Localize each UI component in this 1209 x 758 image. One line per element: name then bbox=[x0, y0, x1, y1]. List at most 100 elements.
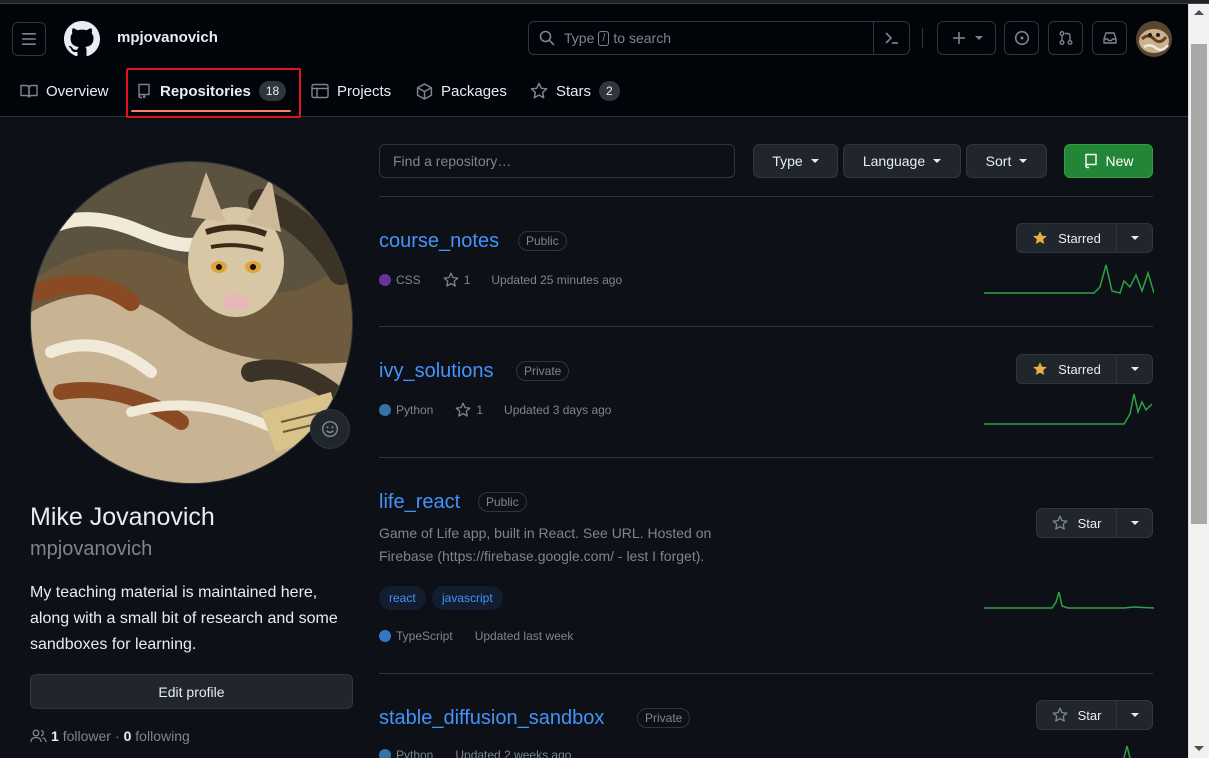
visibility-badge: Public bbox=[518, 231, 567, 251]
topic-tag[interactable]: react bbox=[379, 586, 426, 610]
find-repository-input[interactable]: Find a repository… bbox=[379, 144, 735, 178]
star-button-label: Starred bbox=[1058, 230, 1101, 246]
scrollbar-thumb[interactable] bbox=[1191, 44, 1207, 524]
language-color-dot bbox=[379, 274, 391, 286]
repo-description-line: Firebase (https://firebase.google.com/ -… bbox=[379, 548, 705, 564]
followers-count: 1 bbox=[51, 728, 59, 744]
tab-stars[interactable]: Stars 2 bbox=[530, 70, 620, 112]
tab-packages-label: Packages bbox=[441, 82, 507, 100]
unstar-button[interactable]: Starred bbox=[1017, 355, 1117, 383]
scroll-up-arrow-icon[interactable] bbox=[1194, 10, 1204, 15]
following-link[interactable]: 0 following bbox=[124, 728, 190, 744]
updated-time: Updated 2 weeks ago bbox=[455, 748, 572, 758]
topic-tag[interactable]: javascript bbox=[432, 586, 503, 610]
star-button-label: Star bbox=[1077, 515, 1102, 531]
repo-meta: CSS 1 Updated 25 minutes ago bbox=[379, 272, 622, 288]
list-divider bbox=[379, 673, 1153, 674]
repo-language: CSS bbox=[396, 273, 421, 287]
star-button-group: Star bbox=[1036, 700, 1153, 730]
unstar-button[interactable]: Starred bbox=[1017, 224, 1117, 252]
sort-label: Sort bbox=[985, 153, 1012, 169]
star-icon bbox=[455, 402, 471, 417]
repo-language: TypeScript bbox=[396, 629, 453, 643]
profile-login: mpjovanovich bbox=[30, 538, 153, 560]
visibility-badge: Public bbox=[478, 492, 527, 512]
book-icon bbox=[20, 84, 38, 98]
edit-profile-button[interactable]: Edit profile bbox=[30, 674, 353, 709]
updated-time: Updated 25 minutes ago bbox=[491, 273, 623, 287]
create-new-button[interactable] bbox=[937, 21, 996, 55]
repo-meta: TypeScript Updated last week bbox=[379, 629, 573, 643]
github-logo-icon[interactable] bbox=[64, 21, 100, 57]
visibility-badge: Private bbox=[637, 708, 691, 728]
user-avatar-button[interactable] bbox=[1136, 21, 1172, 57]
tab-overview[interactable]: Overview bbox=[20, 70, 109, 112]
repo-name-link[interactable]: course_notes bbox=[379, 230, 499, 253]
tab-projects[interactable]: Projects bbox=[311, 70, 391, 112]
star-list-dropdown[interactable] bbox=[1117, 509, 1152, 537]
smiley-icon bbox=[321, 420, 339, 438]
search-shortcut-key: / bbox=[598, 30, 610, 46]
table-icon bbox=[311, 83, 329, 99]
list-divider bbox=[379, 326, 1153, 327]
search-placeholder-after: to search bbox=[613, 30, 672, 46]
header-username-link[interactable]: mpjovanovich bbox=[117, 29, 218, 46]
profile-full-name: Mike Jovanovich bbox=[30, 503, 215, 531]
inbox-button[interactable] bbox=[1092, 21, 1127, 55]
star-icon bbox=[443, 272, 459, 287]
star-count: 1 bbox=[476, 403, 484, 417]
tab-packages[interactable]: Packages bbox=[416, 70, 507, 112]
repo-name-link[interactable]: life_react bbox=[379, 491, 460, 514]
stargazers-link[interactable]: 1 bbox=[443, 272, 470, 288]
set-status-button[interactable] bbox=[310, 409, 350, 449]
star-filled-icon bbox=[1033, 231, 1047, 244]
pull-requests-button[interactable] bbox=[1048, 21, 1083, 55]
profile-avatar[interactable] bbox=[30, 161, 353, 484]
star-button-group: Starred bbox=[1016, 354, 1153, 384]
repo-name-link[interactable]: stable_diffusion_sandbox bbox=[379, 707, 604, 730]
command-palette-button[interactable] bbox=[873, 22, 909, 54]
new-repository-label: New bbox=[1105, 153, 1134, 169]
issue-circle-icon bbox=[1014, 30, 1029, 46]
followers-label: follower bbox=[62, 728, 111, 744]
repo-name-link[interactable]: ivy_solutions bbox=[379, 360, 494, 383]
stargazers-link[interactable]: 1 bbox=[455, 402, 483, 418]
language-filter-button[interactable]: Language bbox=[843, 144, 961, 178]
star-list-dropdown[interactable] bbox=[1117, 224, 1152, 252]
star-button[interactable]: Star bbox=[1037, 701, 1117, 729]
find-repository-placeholder: Find a repository… bbox=[393, 153, 512, 169]
repo-language: Python bbox=[396, 403, 434, 417]
chevron-down-icon bbox=[1130, 713, 1139, 717]
star-icon bbox=[1052, 707, 1068, 722]
list-divider bbox=[379, 196, 1153, 197]
repo-description-line: Game of Life app, built in React. See UR… bbox=[379, 525, 712, 541]
following-label: following bbox=[135, 728, 190, 744]
tab-overview-label: Overview bbox=[46, 82, 109, 100]
star-list-dropdown[interactable] bbox=[1117, 701, 1152, 729]
followers-link[interactable]: 1 follower bbox=[51, 728, 111, 744]
chevron-down-icon bbox=[933, 159, 942, 163]
type-filter-button[interactable]: Type bbox=[753, 144, 838, 178]
page-scrollbar[interactable] bbox=[1188, 4, 1209, 758]
repo-meta: Python 1 Updated 3 days ago bbox=[379, 402, 611, 418]
avatar-ocelot-image bbox=[1136, 21, 1172, 57]
search-icon bbox=[539, 30, 555, 46]
star-button-group: Starred bbox=[1016, 223, 1153, 253]
new-repository-button[interactable]: New bbox=[1064, 144, 1153, 178]
chevron-down-icon bbox=[1019, 159, 1028, 163]
issues-button[interactable] bbox=[1004, 21, 1039, 55]
plus-icon bbox=[952, 32, 965, 44]
list-divider bbox=[379, 457, 1153, 458]
star-list-dropdown[interactable] bbox=[1117, 355, 1152, 383]
sort-button[interactable]: Sort bbox=[966, 144, 1047, 178]
search-box[interactable]: Type / to search bbox=[528, 21, 910, 55]
chevron-down-icon bbox=[810, 159, 819, 163]
scroll-down-arrow-icon[interactable] bbox=[1194, 746, 1204, 751]
hamburger-icon bbox=[22, 33, 36, 45]
repo-language: Python bbox=[396, 748, 434, 758]
star-icon bbox=[1052, 515, 1068, 530]
star-button[interactable]: Star bbox=[1037, 509, 1117, 537]
menu-button[interactable] bbox=[12, 22, 46, 56]
search-placeholder: Type / to search bbox=[564, 30, 671, 46]
updated-time: Updated last week bbox=[474, 629, 574, 643]
